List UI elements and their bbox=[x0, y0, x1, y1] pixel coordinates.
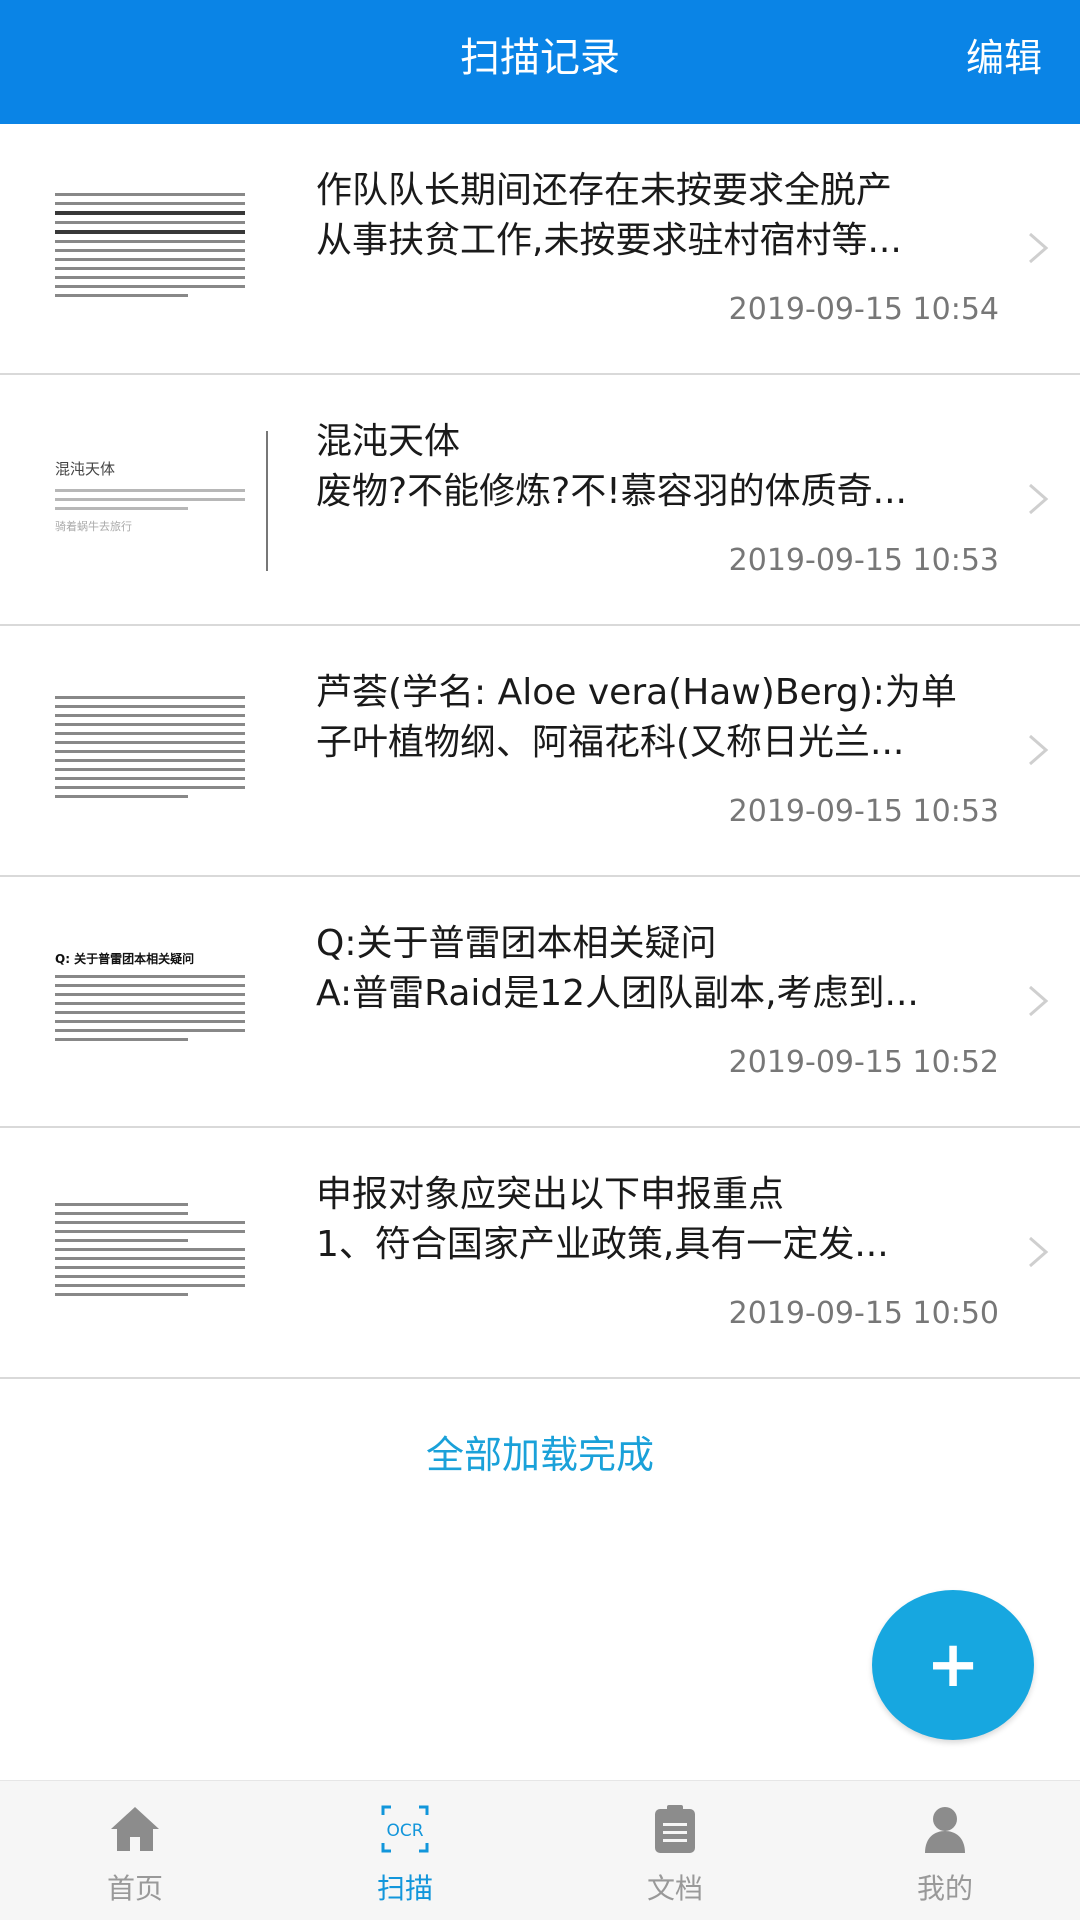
record-line-2: 废物?不能修炼?不!慕容羽的体质奇... bbox=[316, 471, 907, 512]
home-icon bbox=[111, 1807, 159, 1851]
record-timestamp: 2019-09-15 10:54 bbox=[728, 292, 999, 327]
record-line-2: 子叶植物纲、阿福花科(又称日光兰... bbox=[316, 722, 905, 763]
record-text: 混沌天体 废物?不能修炼?不!慕容羽的体质奇... bbox=[316, 417, 1006, 517]
svg-text:OCR: OCR bbox=[386, 1821, 423, 1841]
ocr-icon: OCR bbox=[381, 1805, 429, 1853]
document-thumbnail bbox=[30, 672, 270, 822]
record-line-1: 作队队长期间还存在未按要求全脱产 bbox=[316, 170, 893, 211]
plus-icon: + bbox=[926, 1628, 980, 1702]
page-title: 扫描记录 bbox=[460, 35, 620, 81]
list-item[interactable]: 芦荟(学名: Aloe vera(Haw)Berg):为单 子叶植物纲、阿福花科… bbox=[0, 626, 1080, 877]
thumbnail-title: Q: 关于普雷团本相关疑问 bbox=[55, 951, 195, 966]
document-thumbnail: Q: 关于普雷团本相关疑问 bbox=[30, 923, 270, 1073]
record-line-1: 申报对象应突出以下申报重点 bbox=[316, 1174, 785, 1215]
record-line-2: 从事扶贫工作,未按要求驻村宿村等... bbox=[316, 220, 902, 261]
app-header: 扫描记录 编辑 bbox=[0, 0, 1080, 124]
thumbnail-author: 骑着蜗牛去旅行 bbox=[55, 520, 132, 533]
document-icon bbox=[655, 1805, 695, 1853]
record-line-2: A:普雷Raid是12人团队副本,考虑到... bbox=[316, 973, 919, 1014]
document-thumbnail bbox=[30, 1174, 270, 1324]
list-item[interactable]: 申报对象应突出以下申报重点 1、符合国家产业政策,具有一定发... 2019-0… bbox=[0, 1128, 1080, 1379]
tab-label: 我的 bbox=[916, 1872, 973, 1905]
record-timestamp: 2019-09-15 10:50 bbox=[728, 1296, 999, 1331]
chevron-right-icon bbox=[1029, 232, 1049, 264]
bottom-tab-bar: 首页 OCR 扫描 文档 我的 bbox=[0, 1780, 1080, 1920]
record-line-1: 混沌天体 bbox=[316, 421, 461, 462]
add-scan-button[interactable]: + bbox=[872, 1590, 1034, 1740]
record-timestamp: 2019-09-15 10:52 bbox=[728, 1045, 999, 1080]
chevron-right-icon bbox=[1029, 1236, 1049, 1268]
record-line-1: 芦荟(学名: Aloe vera(Haw)Berg):为单 bbox=[316, 672, 957, 713]
record-text: Q:关于普雷团本相关疑问 A:普雷Raid是12人团队副本,考虑到... bbox=[316, 919, 1006, 1019]
record-timestamp: 2019-09-15 10:53 bbox=[728, 794, 999, 829]
record-timestamp: 2019-09-15 10:53 bbox=[728, 543, 999, 578]
document-thumbnail: 混沌天体 骑着蜗牛去旅行 bbox=[30, 421, 270, 571]
chevron-right-icon bbox=[1029, 734, 1049, 766]
tab-scan[interactable]: OCR 扫描 bbox=[270, 1781, 540, 1920]
record-text: 芦荟(学名: Aloe vera(Haw)Berg):为单 子叶植物纲、阿福花科… bbox=[316, 668, 1006, 768]
thumbnail-title: 混沌天体 bbox=[55, 460, 116, 478]
tab-documents[interactable]: 文档 bbox=[540, 1781, 810, 1920]
record-line-2: 1、符合国家产业政策,具有一定发... bbox=[316, 1224, 889, 1265]
tab-profile[interactable]: 我的 bbox=[810, 1781, 1080, 1920]
list-item[interactable]: Q: 关于普雷团本相关疑问 Q:关于普雷团本相关疑问 A:普雷Raid是12人团… bbox=[0, 877, 1080, 1128]
record-text: 申报对象应突出以下申报重点 1、符合国家产业政策,具有一定发... bbox=[316, 1170, 1006, 1270]
edit-button[interactable]: 编辑 bbox=[966, 0, 1042, 124]
tab-label: 首页 bbox=[106, 1872, 163, 1905]
record-text: 作队队长期间还存在未按要求全脱产 从事扶贫工作,未按要求驻村宿村等... bbox=[316, 166, 1006, 266]
user-icon bbox=[925, 1807, 965, 1853]
all-loaded-text: 全部加载完成 bbox=[425, 1433, 654, 1477]
tab-label: 扫描 bbox=[376, 1872, 433, 1905]
tab-label: 文档 bbox=[646, 1872, 703, 1905]
list-item[interactable]: 混沌天体 骑着蜗牛去旅行 混沌天体 废物?不能修炼?不!慕容羽的体质奇... 2… bbox=[0, 375, 1080, 626]
list-item[interactable]: 作队队长期间还存在未按要求全脱产 从事扶贫工作,未按要求驻村宿村等... 201… bbox=[0, 124, 1080, 375]
document-thumbnail bbox=[30, 170, 270, 320]
scan-record-list: 作队队长期间还存在未按要求全脱产 从事扶贫工作,未按要求驻村宿村等... 201… bbox=[0, 124, 1080, 1379]
record-line-1: Q:关于普雷团本相关疑问 bbox=[316, 923, 717, 964]
chevron-right-icon bbox=[1029, 985, 1049, 1017]
chevron-right-icon bbox=[1029, 483, 1049, 515]
tab-home[interactable]: 首页 bbox=[0, 1781, 270, 1920]
